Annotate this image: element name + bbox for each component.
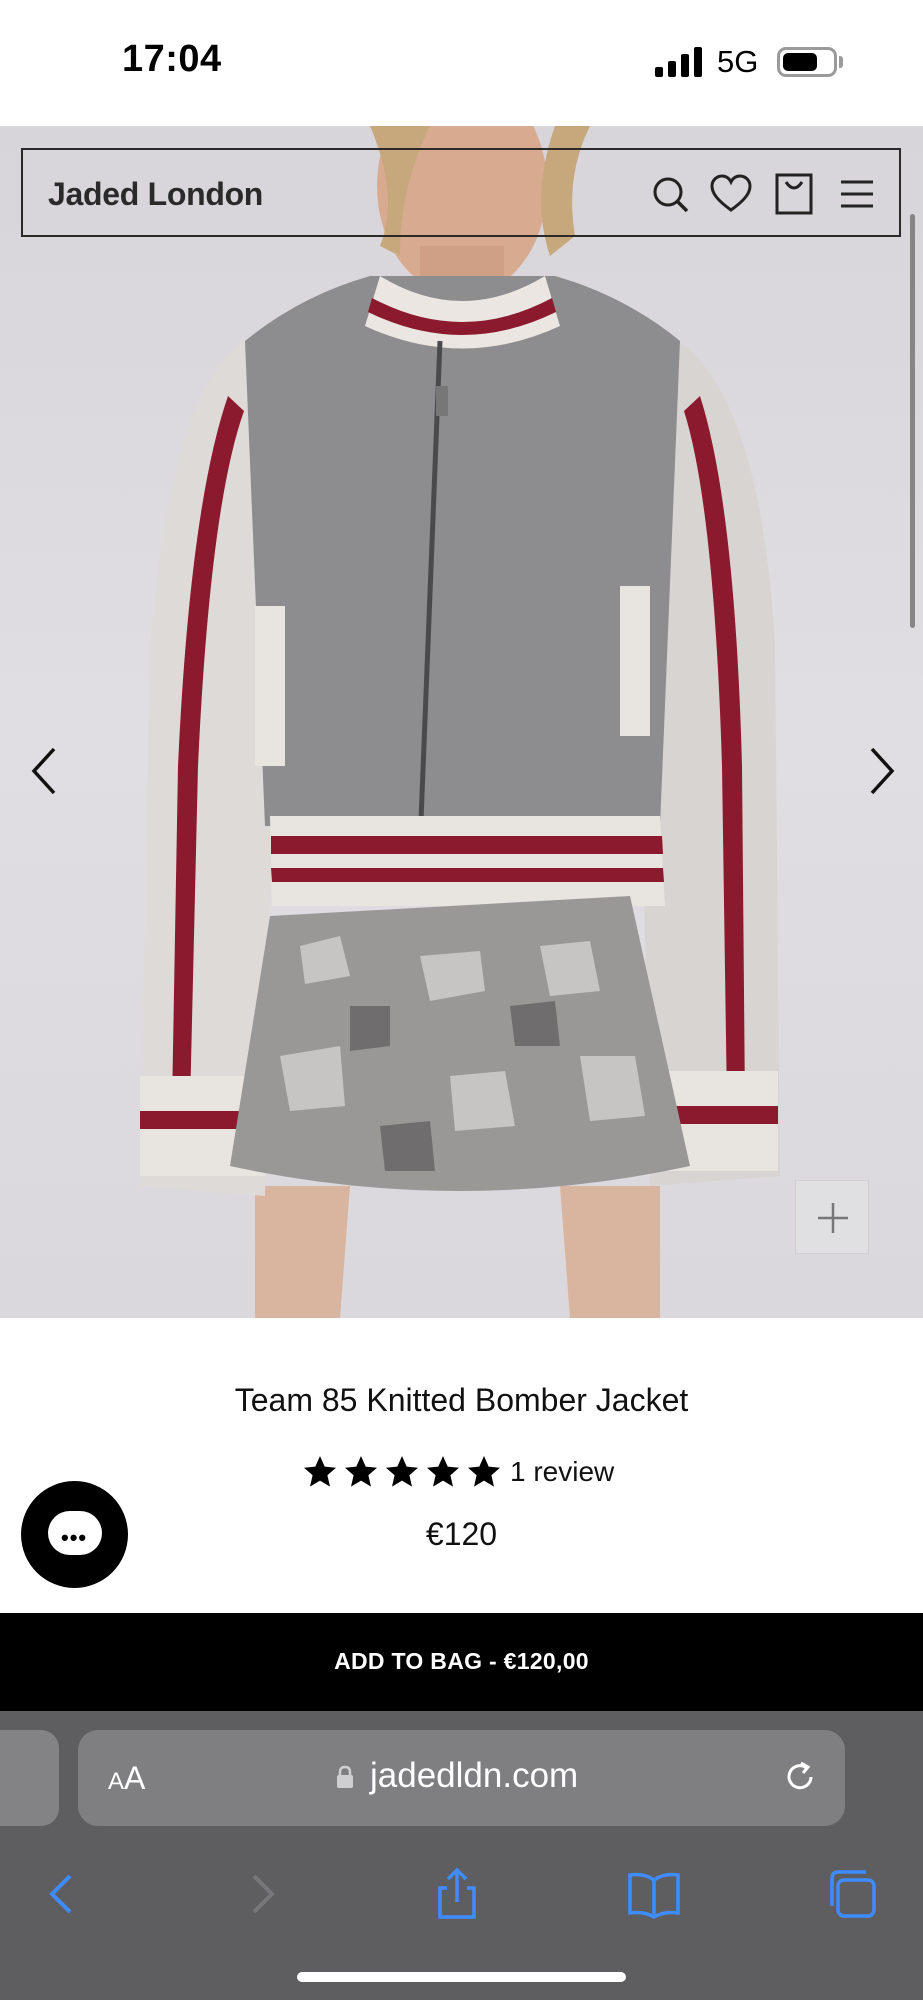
plus-icon — [818, 1203, 848, 1233]
bookmarks-icon[interactable] — [626, 1866, 682, 1922]
product-rating[interactable]: 1 review — [302, 1452, 614, 1492]
heart-icon — [710, 174, 752, 212]
chat-button[interactable]: ••• — [21, 1481, 128, 1588]
browser-toolbar: AA jadedldn.com — [0, 1711, 923, 2000]
star-icon — [468, 1456, 500, 1487]
brand-logo[interactable]: Jaded London — [48, 176, 263, 213]
site-header: Jaded London — [21, 148, 901, 237]
search-button[interactable] — [646, 170, 694, 218]
share-icon[interactable] — [429, 1866, 485, 1922]
star-icon — [345, 1456, 377, 1487]
wishlist-button[interactable] — [707, 170, 755, 218]
chevron-left-icon — [31, 747, 56, 795]
battery-icon — [777, 47, 837, 77]
lock-icon — [337, 1765, 353, 1788]
add-to-bag-label: ADD TO BAG - €120,00 — [334, 1648, 589, 1674]
rating-stars — [302, 1454, 502, 1490]
previous-tab-preview[interactable] — [0, 1730, 59, 1826]
status-bar: 17:04 5G — [0, 0, 923, 126]
page-scrollbar[interactable] — [910, 214, 915, 628]
forward-icon[interactable] — [234, 1866, 290, 1922]
reader-options-button[interactable]: AA — [108, 1760, 145, 1797]
network-label: 5G — [717, 44, 759, 79]
star-icon — [386, 1456, 418, 1487]
menu-button[interactable] — [833, 170, 881, 218]
tabs-icon[interactable] — [824, 1866, 880, 1922]
star-icon — [427, 1456, 459, 1487]
zoom-button[interactable] — [795, 1180, 869, 1254]
url-text[interactable]: jadedldn.com — [370, 1756, 578, 1796]
product-price: €120 — [425, 1516, 498, 1552]
address-bar[interactable]: AA jadedldn.com — [78, 1730, 845, 1826]
product-image[interactable] — [0, 126, 923, 1318]
chevron-right-icon — [870, 747, 895, 795]
next-image-button[interactable] — [858, 741, 906, 801]
review-count[interactable]: 1 review — [510, 1456, 614, 1488]
status-time: 17:04 — [122, 38, 222, 80]
bag-icon — [775, 173, 813, 215]
signal-icon — [655, 47, 703, 77]
product-title: Team 85 Knitted Bomber Jacket — [234, 1382, 689, 1418]
back-icon[interactable] — [34, 1866, 90, 1922]
home-indicator[interactable] — [297, 1972, 626, 1982]
product-photo — [140, 126, 780, 1318]
star-icon — [304, 1456, 336, 1487]
prev-image-button[interactable] — [20, 741, 68, 801]
add-to-bag-button[interactable]: ADD TO BAG - €120,00 — [0, 1613, 923, 1711]
bag-button[interactable] — [770, 170, 818, 218]
menu-icon — [841, 180, 873, 208]
reload-icon[interactable] — [780, 1757, 820, 1797]
search-icon — [653, 177, 689, 213]
